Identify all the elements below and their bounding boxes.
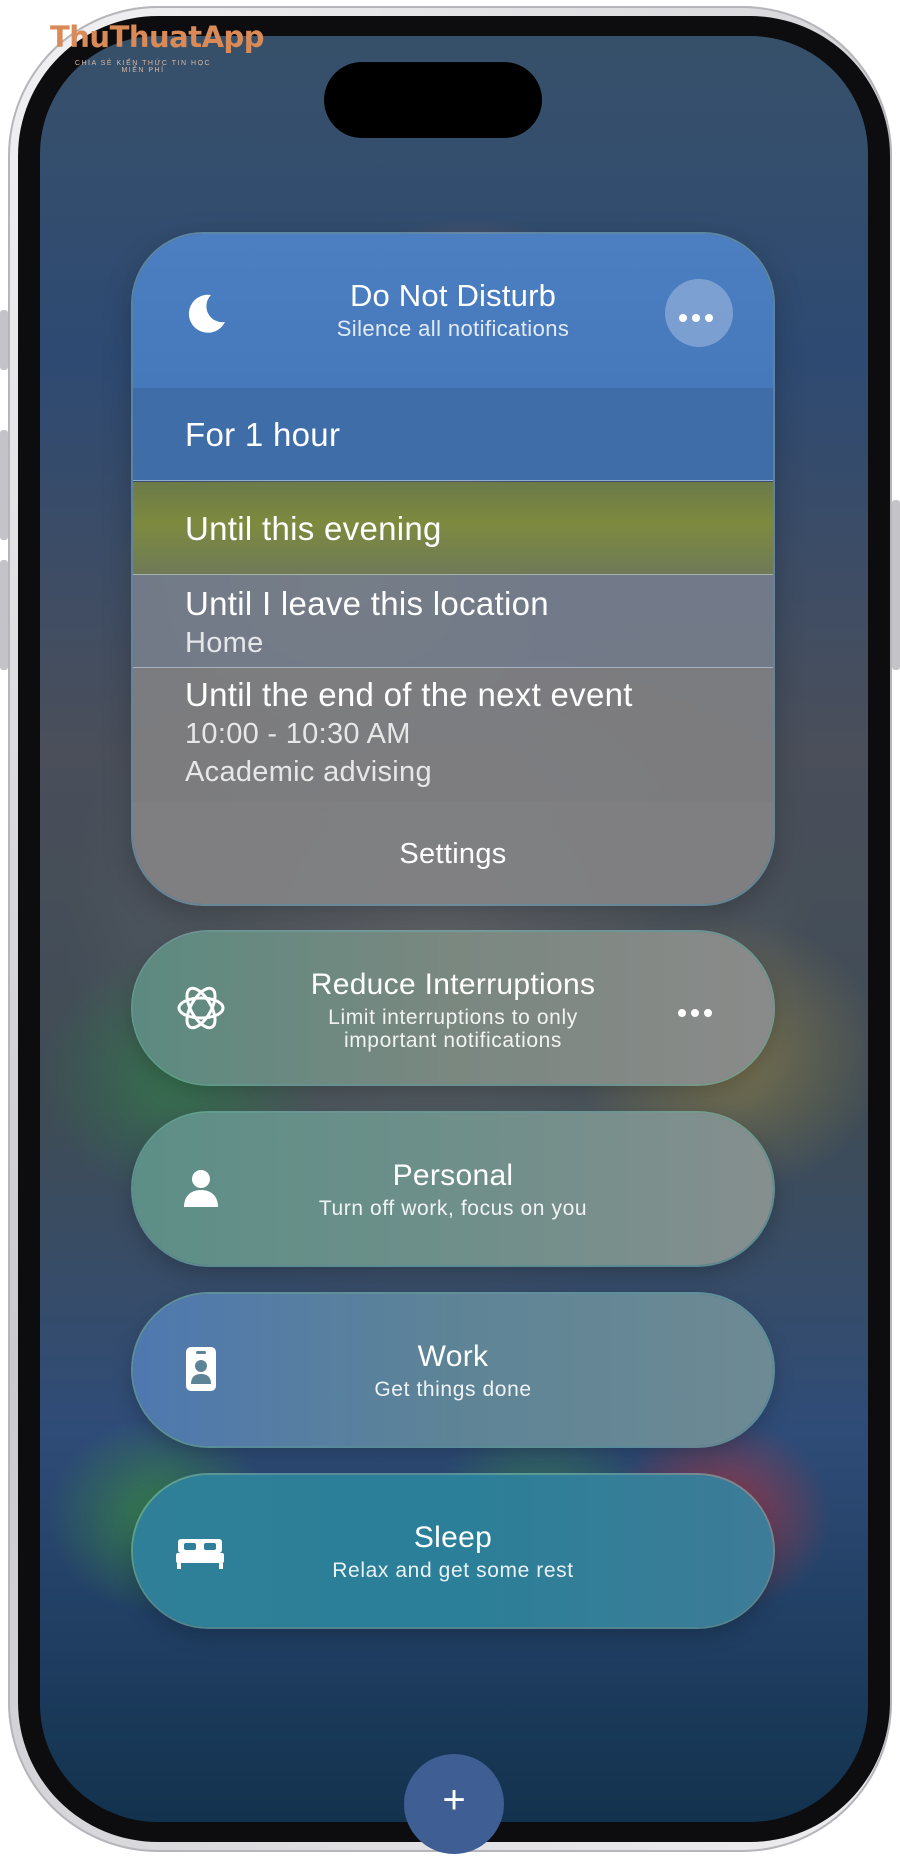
option-label: Until this evening (185, 510, 442, 547)
dnd-more-button[interactable] (665, 279, 733, 347)
option-detail-event: Academic advising (185, 756, 432, 788)
reduce-interruptions-icon (177, 986, 225, 1030)
dnd-option-for-1-hour[interactable]: For 1 hour (133, 388, 773, 481)
dnd-option-until-leave-location[interactable]: Until I leave this location Home (133, 575, 773, 668)
focus-personal[interactable]: Personal Turn off work, focus on you (133, 1113, 773, 1265)
focus-work[interactable]: Work Get things done (133, 1294, 773, 1446)
dnd-settings-button[interactable]: Settings (133, 802, 773, 904)
focus-subtitle: Relax and get some rest (332, 1559, 574, 1582)
dnd-header[interactable]: Do Not Disturb Silence all notifications (133, 234, 773, 388)
volume-down-button (0, 560, 8, 670)
plus-icon: + (442, 1778, 466, 1822)
add-focus-button[interactable]: + (404, 1754, 504, 1854)
focus-title: Reduce Interruptions (310, 968, 596, 1001)
side-button (0, 310, 8, 370)
volume-up-button (0, 430, 8, 540)
focus-title: Personal (392, 1159, 514, 1192)
focus-reduce-interruptions[interactable]: Reduce Interruptions Limit interruptions… (133, 932, 773, 1084)
id-badge-icon (186, 1347, 216, 1391)
option-label: Until I leave this location (185, 585, 549, 622)
focus-subtitle-line1: Limit interruptions to only (328, 1006, 578, 1029)
dnd-card: Do Not Disturb Silence all notifications… (133, 234, 773, 904)
dnd-option-until-evening[interactable]: Until this evening (133, 482, 773, 575)
option-label: Until the end of the next event (185, 676, 633, 713)
focus-subtitle-line2: important notifications (343, 1029, 563, 1052)
ellipsis-icon (679, 309, 718, 327)
option-detail: Home (185, 627, 264, 659)
person-icon (184, 1170, 218, 1207)
bed-icon (176, 1539, 224, 1569)
watermark-logo: ThuThuatApp CHIA SẺ KIẾN THỨC TIN HỌC MI… (38, 20, 265, 80)
focus-sleep[interactable]: Sleep Relax and get some rest (133, 1475, 773, 1627)
focus-title: Work (417, 1340, 489, 1373)
dnd-option-until-end-of-event[interactable]: Until the end of the next event 10:00 - … (133, 668, 773, 802)
power-button (892, 500, 900, 670)
reduce-more-button[interactable] (678, 1004, 717, 1022)
dynamic-island (324, 62, 542, 138)
focus-subtitle: Get things done (374, 1378, 532, 1401)
option-label: For 1 hour (185, 416, 341, 453)
settings-label: Settings (399, 838, 507, 870)
focus-title: Sleep (413, 1521, 493, 1554)
option-detail: 10:00 - 10:30 AM (185, 718, 411, 750)
focus-subtitle: Turn off work, focus on you (318, 1197, 588, 1220)
watermark-subtitle: CHIA SẺ KIẾN THỨC TIN HỌC MIỄN PHÍ (74, 60, 212, 74)
watermark-title: ThuThuatApp (50, 20, 265, 54)
